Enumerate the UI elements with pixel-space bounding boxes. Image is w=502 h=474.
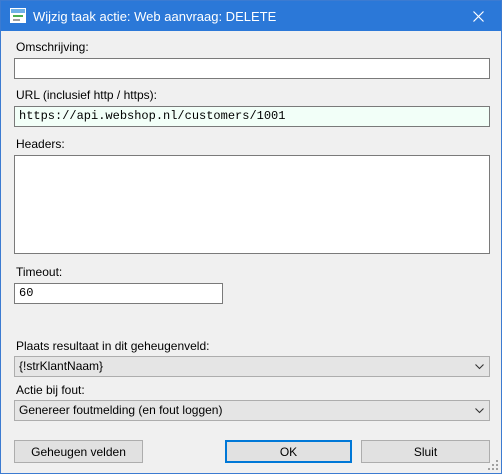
headers-textarea[interactable] [14,155,490,254]
dialog-window: Wijzig taak actie: Web aanvraag: DELETE … [0,0,502,474]
close-icon[interactable] [455,1,501,31]
url-label: URL (inclusief http / https): [16,88,157,102]
result-select-value: {!strKlantNaam} [19,359,104,373]
url-field[interactable]: https://api.webshop.nl/customers/1001 [14,106,490,127]
window-title: Wijzig taak actie: Web aanvraag: DELETE [33,9,277,24]
description-label: Omschrijving: [16,40,89,54]
memory-fields-button[interactable]: Geheugen velden [14,440,143,463]
error-action-select-value: Genereer foutmelding (en fout loggen) [19,403,223,417]
chevron-down-icon[interactable] [472,401,486,420]
dialog-content: Omschrijving: URL (inclusief http / http… [1,31,501,473]
ok-button[interactable]: OK [225,440,352,463]
chevron-down-icon[interactable] [472,357,486,376]
close-button[interactable]: Sluit [361,440,490,463]
timeout-label: Timeout: [16,265,63,279]
result-select[interactable]: {!strKlantNaam} [14,356,490,377]
description-field[interactable] [14,58,490,79]
error-action-select[interactable]: Genereer foutmelding (en fout loggen) [14,400,490,421]
task-window-icon [10,8,26,23]
timeout-field[interactable]: 60 [14,283,223,304]
title-bar[interactable]: Wijzig taak actie: Web aanvraag: DELETE [1,1,501,31]
result-label: Plaats resultaat in dit geheugenveld: [16,339,210,353]
resize-grip-icon[interactable] [488,460,498,470]
headers-label: Headers: [16,137,65,151]
error-action-label: Actie bij fout: [16,383,85,397]
